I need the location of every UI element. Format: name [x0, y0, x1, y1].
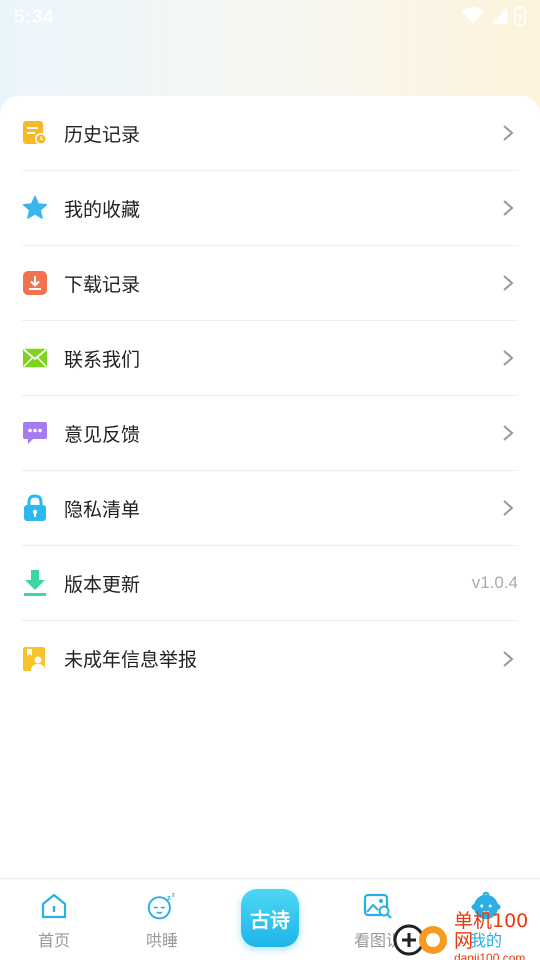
- chevron-right-icon: [503, 500, 514, 516]
- poem-center-button[interactable]: 古诗: [241, 889, 299, 947]
- download-record-icon: [22, 270, 48, 296]
- status-time: 5:34: [14, 7, 55, 28]
- report-icon: [22, 646, 48, 672]
- chevron-right-icon: [503, 275, 514, 291]
- menu-item-minor-report[interactable]: 未成年信息举报: [22, 621, 518, 696]
- menu-item-label: 联系我们: [64, 348, 141, 371]
- menu-item-label: 意见反馈: [64, 423, 141, 446]
- watermark-text: 单机100网 danji100.com: [454, 911, 540, 960]
- battery-icon: [514, 6, 526, 30]
- nav-label: 首页: [37, 931, 70, 950]
- svg-text:z: z: [167, 895, 171, 902]
- watermark-title: 单机100网: [454, 910, 529, 952]
- menu-list: 历史记录 我的收藏 下载记录 联系我们 意见反馈 隐私清单 版本更新 v1.0.…: [22, 96, 518, 696]
- chevron-right-icon: [503, 350, 514, 366]
- menu-item-label: 隐私清单: [64, 498, 141, 521]
- wifi-icon: [462, 7, 484, 29]
- status-icons: [462, 6, 526, 30]
- watermark-subtitle: danji100.com: [454, 951, 526, 960]
- menu-item-history[interactable]: 历史记录: [22, 96, 518, 171]
- chevron-right-icon: [503, 425, 514, 441]
- nav-label: 哄睡: [145, 931, 178, 950]
- menu-item-label: 版本更新: [64, 573, 141, 596]
- feedback-icon: [22, 420, 48, 446]
- menu-item-label: 历史记录: [64, 123, 141, 146]
- nav-item-home[interactable]: 首页: [9, 879, 99, 951]
- watermark-logo: [392, 918, 452, 958]
- chevron-right-icon: [503, 200, 514, 216]
- lock-icon: [22, 494, 48, 521]
- watermark: 单机100网 danji100.com: [392, 911, 540, 960]
- home-icon: [39, 891, 69, 921]
- sleep-face-icon: z z: [147, 891, 177, 921]
- menu-item-contact[interactable]: 联系我们: [22, 321, 518, 396]
- mail-icon: [22, 345, 48, 371]
- history-icon: [22, 120, 48, 146]
- update-icon: [22, 570, 48, 596]
- menu-item-feedback[interactable]: 意见反馈: [22, 396, 518, 471]
- nav-item-poem[interactable]: 古诗: [225, 879, 315, 947]
- chevron-right-icon: [503, 125, 514, 141]
- nav-item-sleep[interactable]: z z 哄睡: [117, 879, 207, 951]
- menu-card: 历史记录 我的收藏 下载记录 联系我们 意见反馈 隐私清单 版本更新 v1.0.…: [0, 96, 540, 878]
- status-bar: 5:34: [0, 0, 540, 36]
- menu-item-version-update[interactable]: 版本更新 v1.0.4: [22, 546, 518, 621]
- menu-item-label: 未成年信息举报: [64, 649, 198, 671]
- signal-icon: [490, 7, 508, 29]
- menu-item-favorites[interactable]: 我的收藏: [22, 171, 518, 246]
- chevron-right-icon: [503, 650, 514, 667]
- menu-item-downloads[interactable]: 下载记录: [22, 246, 518, 321]
- star-icon: [22, 195, 48, 221]
- svg-text:z: z: [172, 891, 175, 898]
- version-number: v1.0.4: [471, 573, 518, 592]
- menu-item-label: 我的收藏: [64, 198, 141, 221]
- menu-item-privacy[interactable]: 隐私清单: [22, 471, 518, 546]
- picture-search-icon: [363, 891, 393, 921]
- menu-item-label: 下载记录: [64, 273, 141, 296]
